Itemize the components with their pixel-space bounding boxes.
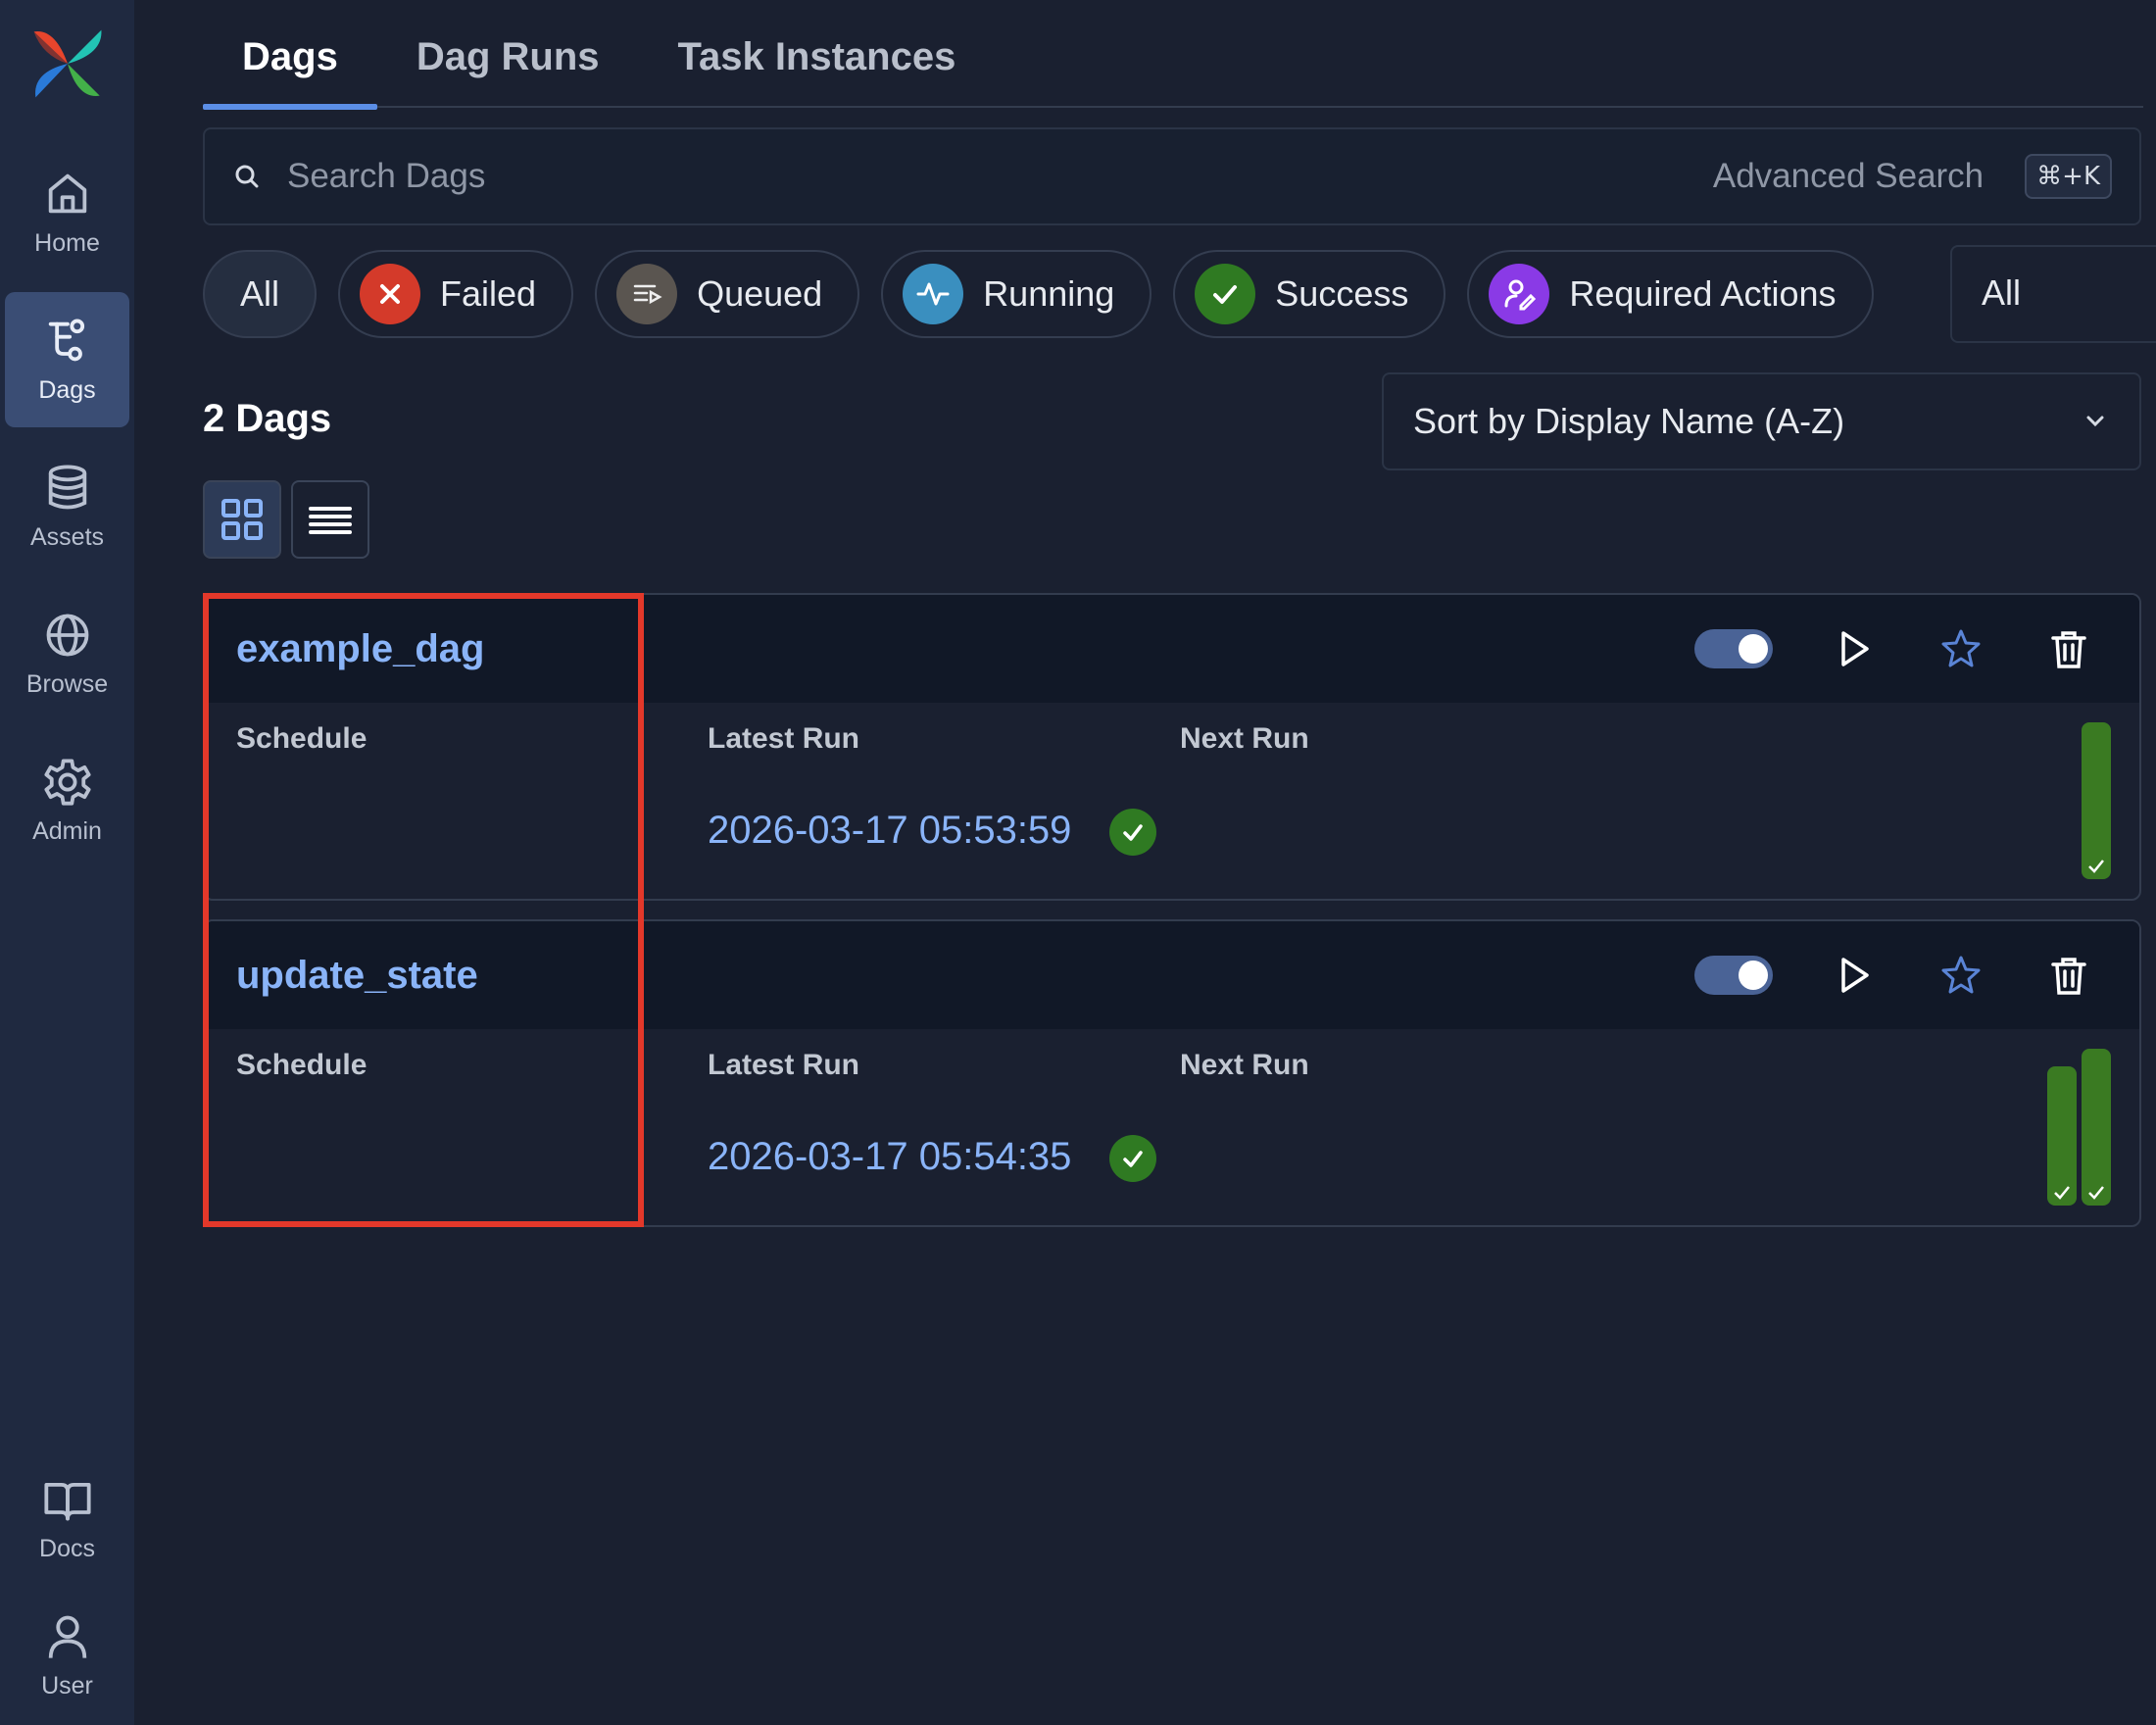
running-icon [903, 264, 964, 324]
sidebar-item-docs[interactable]: Docs [5, 1451, 129, 1586]
dag-card-header: example_dag [205, 595, 2139, 703]
filter-label: Failed [440, 273, 537, 314]
filter-label: Queued [697, 273, 823, 314]
user-icon [48, 1615, 86, 1658]
dag-name-link[interactable]: update_state [236, 954, 478, 998]
run-bar[interactable] [2082, 722, 2111, 879]
filter-required-actions[interactable]: Required Actions [1467, 250, 1874, 338]
schedule-label: Schedule [236, 722, 368, 755]
sidebar-item-label: User [41, 1671, 93, 1700]
latest-run-link[interactable]: 2026-03-17 05:53:59 [708, 809, 1071, 853]
pause-toggle[interactable] [1694, 629, 1773, 668]
success-icon [1109, 1135, 1156, 1182]
check-icon [2054, 1186, 2070, 1200]
latest-run-link[interactable]: 2026-03-17 05:54:35 [708, 1135, 1071, 1179]
check-icon [2088, 860, 2104, 873]
run-bar[interactable] [2082, 1049, 2111, 1206]
airflow-logo[interactable] [25, 22, 110, 106]
tab-dag-runs[interactable]: Dag Runs [377, 0, 639, 108]
chevron-down-icon [2086, 416, 2104, 427]
filter-label: Success [1275, 273, 1409, 314]
dag-name-link[interactable]: example_dag [236, 627, 484, 671]
star-icon[interactable] [1939, 627, 1983, 670]
tab-dags[interactable]: Dags [203, 0, 377, 110]
trash-icon[interactable] [2047, 954, 2090, 997]
advanced-search-link[interactable]: Advanced Search [1713, 157, 1984, 196]
latest-run-label: Latest Run [708, 722, 860, 755]
dag-card: example_dag Schedule Latest Run Next Run… [203, 593, 2141, 901]
dag-card-header: update_state [205, 921, 2139, 1029]
shortcut-badge: ⌘+K [2025, 154, 2112, 199]
sort-select[interactable]: Sort by Display Name (A-Z) [1382, 372, 2141, 470]
filter-queued[interactable]: Queued [595, 250, 860, 338]
filter-running[interactable]: Running [881, 250, 1152, 338]
sidebar-item-dags[interactable]: Dags [5, 292, 129, 427]
trash-icon[interactable] [2047, 627, 2090, 670]
schedule-label: Schedule [236, 1049, 368, 1081]
dags-icon [48, 319, 84, 361]
state-filters: All Failed Queued Running Success Requir… [203, 250, 1895, 338]
list-icon [309, 507, 352, 534]
filter-label: All [240, 273, 280, 314]
trigger-icon[interactable] [1832, 627, 1875, 670]
dag-card: update_state Schedule Latest Run Next Ru… [203, 919, 2141, 1227]
check-icon [2088, 1186, 2104, 1200]
sidebar-item-assets[interactable]: Assets [5, 439, 129, 574]
queued-icon [616, 264, 678, 324]
home-icon [48, 173, 86, 213]
filter-label: Required Actions [1569, 273, 1837, 314]
grid-icon [221, 499, 263, 540]
next-run-label: Next Run [1180, 722, 1309, 755]
globe-icon [46, 614, 88, 656]
failed-icon [360, 264, 421, 324]
star-icon[interactable] [1939, 954, 1983, 997]
sidebar-item-label: Admin [32, 816, 102, 845]
database-icon [48, 464, 86, 509]
latest-run-label: Latest Run [708, 1049, 860, 1081]
search-bar: Advanced Search ⌘+K [203, 127, 2141, 225]
sidebar-item-user[interactable]: User [5, 1588, 129, 1723]
search-icon [235, 165, 259, 188]
main-content: Dags Dag Runs Task Instances Advanced Se… [203, 0, 2156, 1725]
sidebar-item-admin[interactable]: Admin [5, 733, 129, 868]
run-bar[interactable] [2047, 1066, 2077, 1206]
book-icon [43, 1482, 91, 1520]
success-icon [1195, 264, 1256, 324]
filter-select[interactable]: All [1950, 245, 2156, 343]
tab-bar: Dags Dag Runs Task Instances [203, 0, 2143, 110]
search-input[interactable] [287, 157, 1713, 196]
tab-task-instances[interactable]: Task Instances [639, 0, 996, 108]
next-run-label: Next Run [1180, 1049, 1309, 1081]
sidebar-item-label: Dags [38, 375, 96, 404]
pause-toggle[interactable] [1694, 956, 1773, 995]
sidebar-item-label: Docs [39, 1534, 95, 1562]
sidebar-item-label: Home [34, 228, 100, 257]
filter-success[interactable]: Success [1173, 250, 1446, 338]
filter-failed[interactable]: Failed [338, 250, 574, 338]
dag-actions [1694, 921, 2090, 1029]
sidebar-item-home[interactable]: Home [5, 145, 129, 280]
list-view-button[interactable] [291, 480, 369, 559]
sidebar-item-label: Assets [29, 522, 105, 551]
success-icon [1109, 809, 1156, 856]
filter-label: Running [983, 273, 1115, 314]
card-view-button[interactable] [203, 480, 281, 559]
sidebar-item-label: Browse [25, 669, 109, 698]
sidebar-item-browse[interactable]: Browse [5, 586, 129, 721]
user-edit-icon [1489, 264, 1550, 324]
trigger-icon[interactable] [1832, 954, 1875, 997]
sort-label: Sort by Display Name (A-Z) [1413, 401, 1845, 441]
gear-icon [43, 758, 91, 806]
sidebar: Home Dags Assets Browse Admin Docs User [0, 0, 134, 1725]
dag-count: 2 Dags [203, 397, 332, 440]
dag-actions [1694, 595, 2090, 703]
filter-all[interactable]: All [203, 250, 318, 338]
